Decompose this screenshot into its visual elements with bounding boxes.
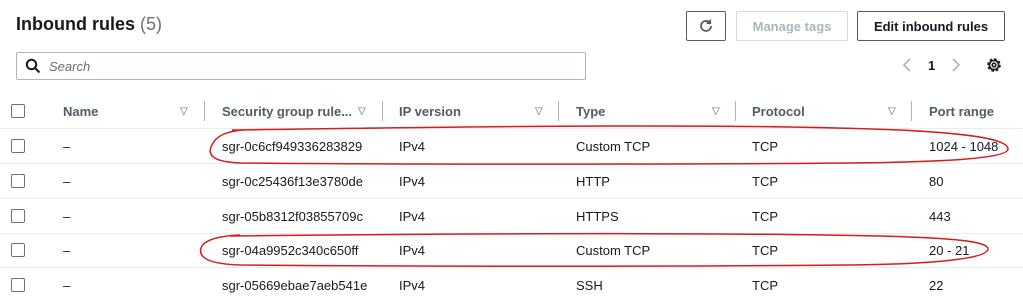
select-all-checkbox[interactable] xyxy=(11,104,25,118)
column-header-port-range[interactable]: Port range xyxy=(929,94,994,128)
cell-rule-id[interactable]: sgr-0c6cf949336283829 xyxy=(222,129,362,163)
page-number[interactable]: 1 xyxy=(928,56,935,74)
cell-type: Custom TCP xyxy=(576,242,651,258)
cell-name: – xyxy=(63,277,71,293)
cell-type: HTTPS xyxy=(576,208,619,224)
refresh-button[interactable] xyxy=(686,11,726,41)
column-header-type[interactable]: Type xyxy=(576,94,605,128)
cell-name: – xyxy=(63,173,71,189)
row-checkbox[interactable] xyxy=(11,139,25,153)
cell-protocol: TCP xyxy=(752,138,778,154)
table-row[interactable]: – sgr-0c6cf949336283829 IPv4 Custom TCP … xyxy=(0,129,1023,164)
cell-ip-version: IPv4 xyxy=(399,208,426,224)
manage-tags-button[interactable]: Manage tags xyxy=(736,11,848,41)
table-header: Name ▽ Security group rule... ▽ IP versi… xyxy=(0,94,1023,129)
rule-count: (5) xyxy=(140,14,163,34)
cell-protocol: TCP xyxy=(752,173,778,189)
cell-port-range: 80 xyxy=(929,173,944,189)
row-checkbox[interactable] xyxy=(11,278,25,292)
column-divider[interactable] xyxy=(911,101,912,121)
cell-rule-id[interactable]: sgr-05b8312f03855709c xyxy=(222,199,363,233)
column-divider[interactable] xyxy=(735,101,736,121)
cell-protocol: TCP xyxy=(752,208,778,224)
cell-ip-version: IPv4 xyxy=(399,138,426,154)
column-header-ip-version[interactable]: IP version xyxy=(399,94,461,128)
cell-port-range: 20 - 21 xyxy=(929,242,970,258)
cell-name: – xyxy=(63,208,71,224)
column-divider[interactable] xyxy=(382,101,383,121)
sort-caret-icon[interactable]: ▽ xyxy=(180,94,188,128)
cell-name: – xyxy=(63,242,71,258)
chevron-right-icon[interactable] xyxy=(951,56,961,74)
cell-protocol: TCP xyxy=(752,277,778,293)
cell-ip-version: IPv4 xyxy=(399,173,426,189)
cell-port-range: 22 xyxy=(929,277,944,293)
cell-name: – xyxy=(63,138,71,154)
table-row[interactable]: – sgr-0c25436f13e3780de IPv4 HTTP TCP 80 xyxy=(0,164,1023,199)
column-header-rule-id[interactable]: Security group rule... xyxy=(222,94,352,128)
cell-type: HTTP xyxy=(576,173,610,189)
cell-type: SSH xyxy=(576,277,603,293)
search-input[interactable] xyxy=(47,57,571,75)
sort-caret-icon[interactable]: ▽ xyxy=(712,94,720,128)
column-header-protocol[interactable]: Protocol xyxy=(752,94,805,128)
search-icon xyxy=(25,58,41,74)
column-divider[interactable] xyxy=(204,101,205,121)
sort-caret-icon[interactable]: ▽ xyxy=(888,94,896,128)
row-checkbox[interactable] xyxy=(11,209,25,223)
column-divider[interactable] xyxy=(558,101,559,121)
page-title: Inbound rules (5) xyxy=(16,14,162,35)
cell-port-range: 1024 - 1048 xyxy=(929,138,999,154)
table-row[interactable]: – sgr-05669ebae7aeb541e IPv4 SSH TCP 22 xyxy=(0,268,1023,302)
cell-rule-id[interactable]: sgr-05669ebae7aeb541e xyxy=(222,268,367,302)
title-text: Inbound rules xyxy=(16,14,135,34)
cell-port-range: 443 xyxy=(929,208,951,224)
search-field[interactable] xyxy=(16,52,586,80)
table-row[interactable]: – sgr-04a9952c340c650ff IPv4 Custom TCP … xyxy=(0,233,1023,268)
column-header-name[interactable]: Name xyxy=(63,94,98,128)
edit-inbound-rules-button[interactable]: Edit inbound rules xyxy=(857,11,1005,41)
cell-ip-version: IPv4 xyxy=(399,277,426,293)
row-checkbox[interactable] xyxy=(11,174,25,188)
gear-icon[interactable] xyxy=(985,56,1003,74)
chevron-left-icon[interactable] xyxy=(902,56,912,74)
row-checkbox[interactable] xyxy=(11,243,25,257)
sort-caret-icon[interactable]: ▽ xyxy=(358,94,366,128)
refresh-icon xyxy=(700,19,712,32)
cell-rule-id[interactable]: sgr-0c25436f13e3780de xyxy=(222,164,363,198)
cell-ip-version: IPv4 xyxy=(399,242,426,258)
cell-rule-id[interactable]: sgr-04a9952c340c650ff xyxy=(222,233,358,267)
sort-caret-icon[interactable]: ▽ xyxy=(535,94,543,128)
table-row[interactable]: – sgr-05b8312f03855709c IPv4 HTTPS TCP 4… xyxy=(0,199,1023,234)
cell-type: Custom TCP xyxy=(576,138,651,154)
cell-protocol: TCP xyxy=(752,242,778,258)
